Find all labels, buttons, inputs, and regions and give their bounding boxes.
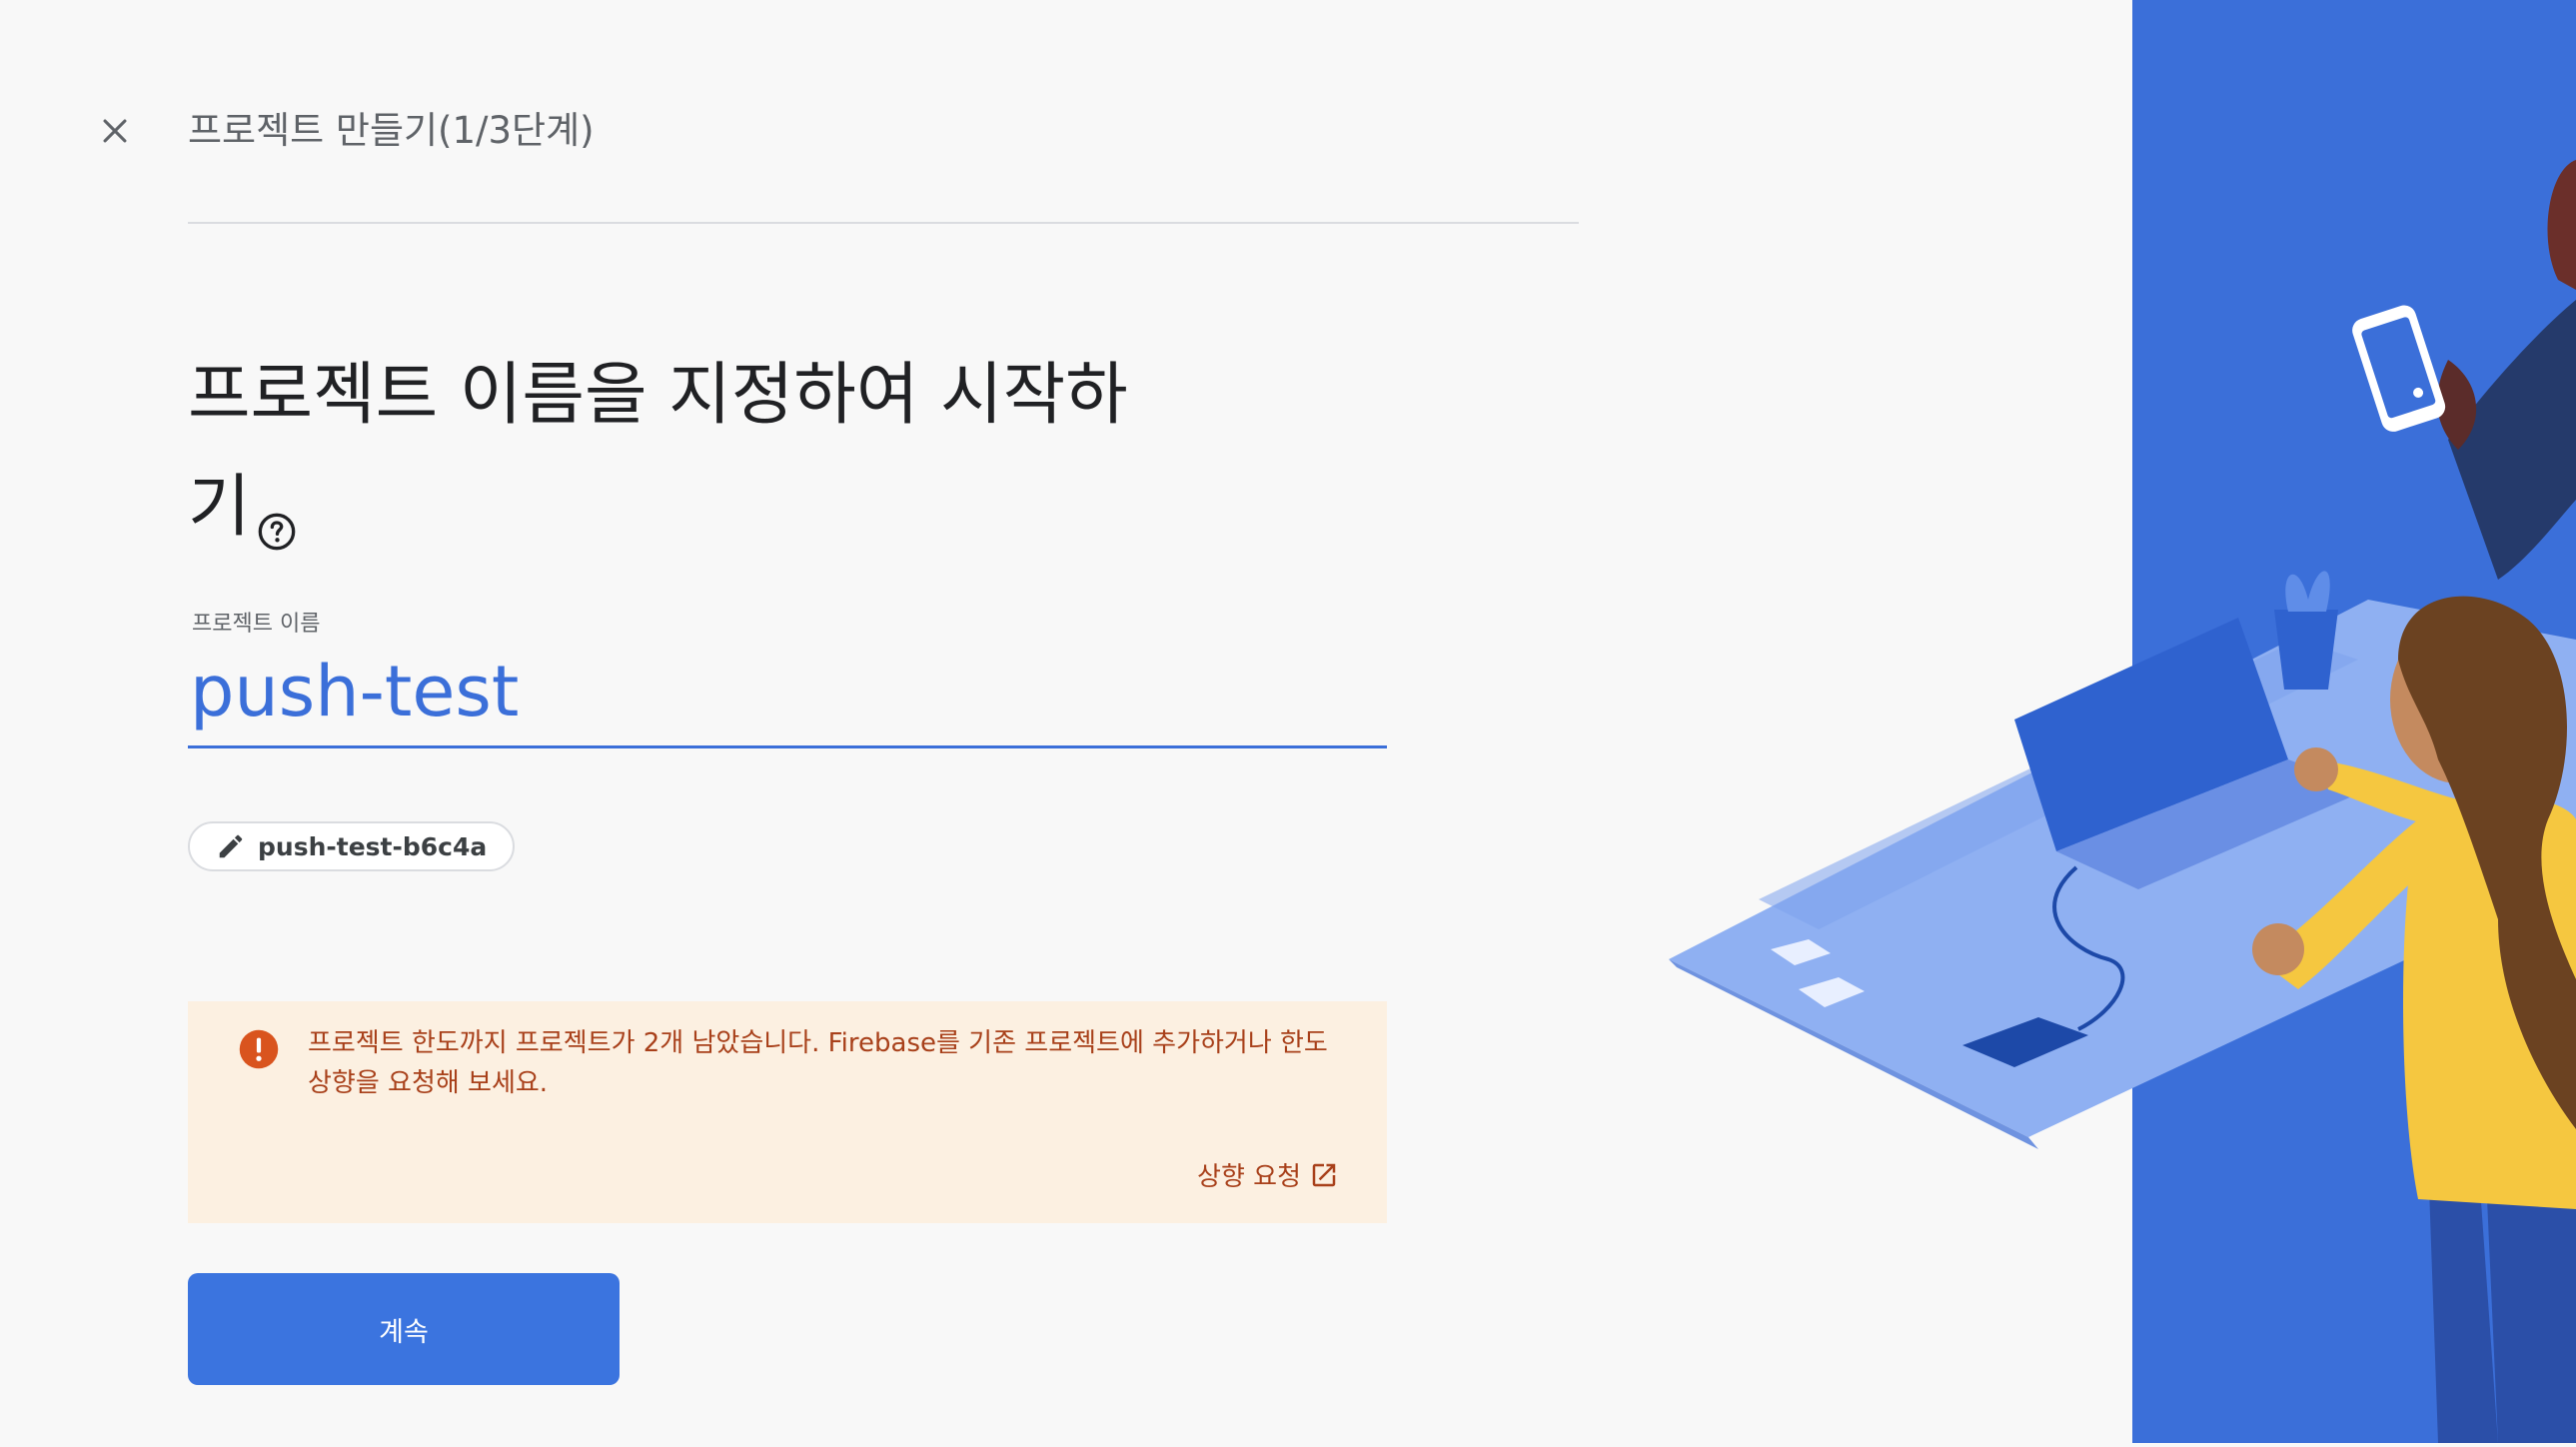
project-id-text: push-test-b6c4a	[258, 831, 488, 861]
continue-button[interactable]: 계속	[188, 1273, 620, 1385]
close-button[interactable]	[90, 106, 140, 156]
project-name-input[interactable]	[188, 640, 1391, 743]
pencil-icon	[219, 834, 243, 858]
header-divider	[188, 222, 1579, 224]
request-increase-link[interactable]: 상향 요청	[1197, 1156, 1339, 1193]
quota-warning: 프로젝트 한도까지 프로젝트가 2개 남았습니다. Firebase를 기존 프…	[188, 1001, 1387, 1223]
help-icon[interactable]	[257, 474, 297, 551]
close-icon	[103, 119, 127, 143]
step-title: 프로젝트 만들기(1/3단계)	[188, 109, 595, 152]
project-name-label: 프로젝트 이름	[192, 612, 321, 637]
page-heading: 프로젝트 이름을 지정하여 시작하기	[188, 340, 1167, 564]
project-name-underline	[188, 745, 1387, 748]
open-in-new-icon	[1312, 1163, 1336, 1186]
error-icon	[239, 1029, 279, 1069]
illustration	[1599, 0, 2576, 1443]
warning-message: 프로젝트 한도까지 프로젝트가 2개 남았습니다. Firebase를 기존 프…	[308, 1028, 1328, 1098]
page-title: 프로젝트 이름을 지정하여 시작하기	[188, 356, 1128, 547]
project-id-chip[interactable]: push-test-b6c4a	[188, 821, 516, 871]
request-increase-label: 상향 요청	[1197, 1162, 1301, 1192]
